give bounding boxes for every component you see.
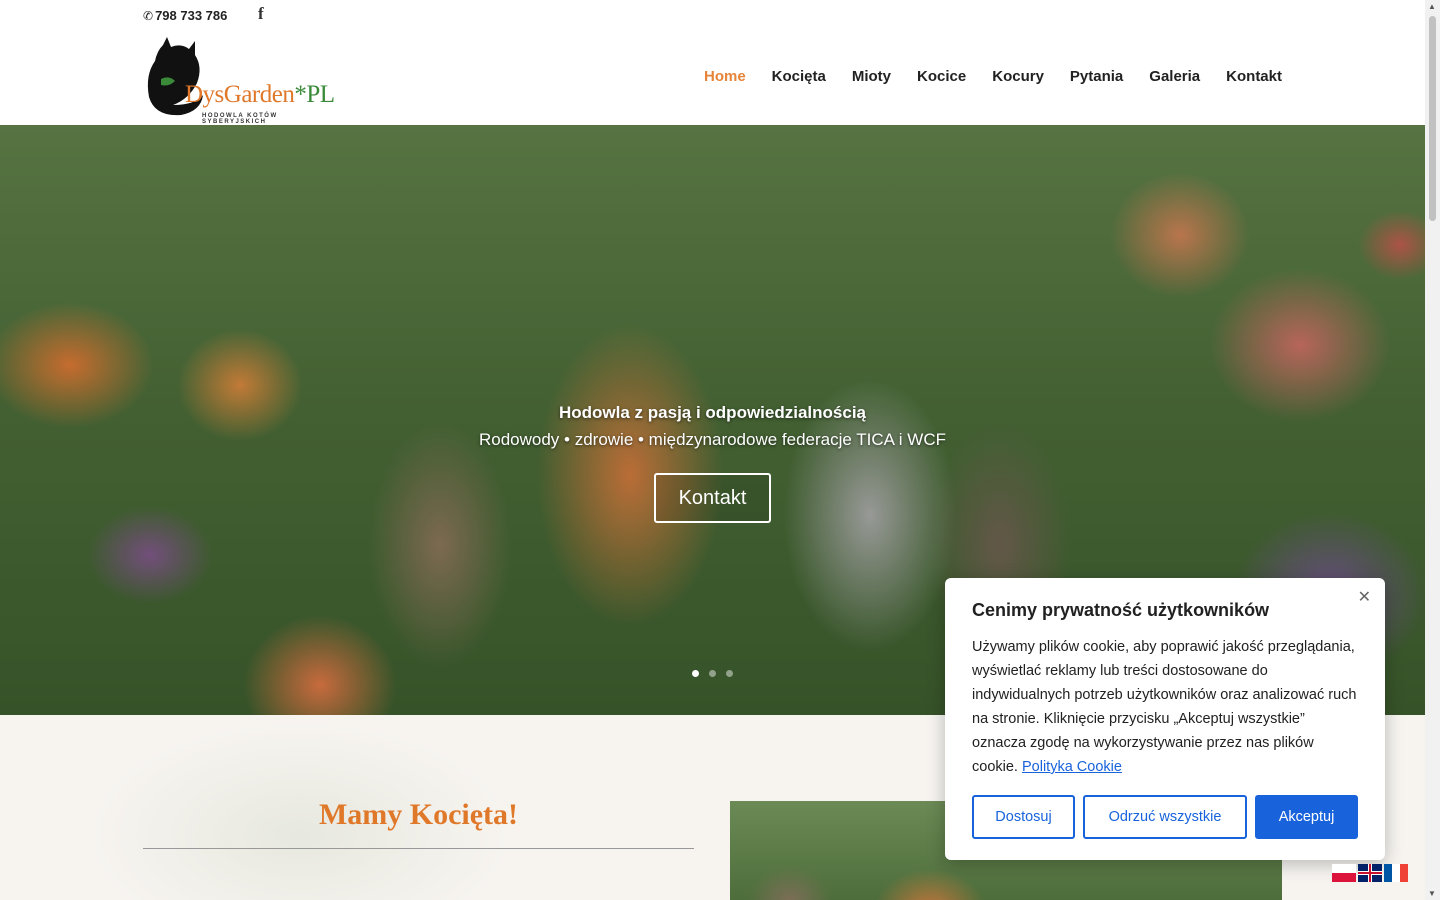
page-scrollbar[interactable]: ▲ ▼	[1425, 0, 1440, 900]
nav-kocieta[interactable]: Kocięta	[772, 68, 826, 85]
nav-kocury[interactable]: Kocury	[992, 68, 1044, 85]
close-icon[interactable]: ✕	[1358, 587, 1371, 607]
logo-subtitle: HODOWLA KOTÓW SYBERYJSKICH	[202, 113, 278, 125]
flag-pl-icon[interactable]	[1332, 864, 1356, 882]
cookie-title: Cenimy prywatność użytkowników	[972, 600, 1270, 620]
logo-brand: DysGarden*PL	[185, 81, 335, 108]
flag-fr-icon[interactable]	[1384, 864, 1408, 882]
main-nav: Home Kocięta Mioty Kocice Kocury Pytania…	[704, 68, 1282, 85]
nav-kontakt[interactable]: Kontakt	[1226, 68, 1282, 85]
hero-title: Hodowla z pasją i odpowiedzialnością	[559, 403, 866, 422]
section-divider	[143, 848, 694, 849]
section-title: Mamy Kocięta!	[318, 798, 519, 831]
reject-all-button[interactable]: Odrzuć wszystkie	[1083, 795, 1247, 839]
cookie-consent-dialog: ✕ Cenimy prywatność użytkowników Używamy…	[945, 578, 1385, 860]
cookie-text: Używamy plików cookie, aby poprawić jako…	[972, 639, 1357, 775]
nav-home[interactable]: Home	[704, 68, 746, 85]
phone-label: 798 733 786	[155, 8, 228, 23]
top-bar: ✆ 798 733 786 f	[0, 0, 1425, 30]
scrollbar-thumb[interactable]	[1429, 16, 1436, 221]
language-switcher	[1332, 864, 1408, 882]
facebook-icon[interactable]: f	[258, 4, 264, 24]
cookie-policy-link[interactable]: Polityka Cookie	[1022, 759, 1122, 775]
slider-dots	[692, 670, 733, 677]
site-logo[interactable]: DysGarden*PL HODOWLA KOTÓW SYBERYJSKICH	[145, 35, 335, 125]
phone-number[interactable]: ✆ 798 733 786	[143, 8, 227, 23]
flag-en-icon[interactable]	[1358, 864, 1382, 882]
slider-dot-3[interactable]	[726, 670, 733, 677]
scroll-up-icon[interactable]: ▲	[1428, 2, 1436, 11]
accept-button[interactable]: Akceptuj	[1255, 795, 1358, 839]
slider-dot-2[interactable]	[709, 670, 716, 677]
nav-pytania[interactable]: Pytania	[1070, 68, 1123, 85]
site-header: DysGarden*PL HODOWLA KOTÓW SYBERYJSKICH …	[0, 30, 1425, 125]
hero-subtitle: Rodowody • zdrowie • międzynarodowe fede…	[478, 430, 946, 449]
cookie-buttons: Dostosuj Odrzuć wszystkie Akceptuj	[972, 795, 1358, 839]
hero-contact-button[interactable]: Kontakt	[654, 473, 771, 523]
nav-kocice[interactable]: Kocice	[917, 68, 966, 85]
nav-mioty[interactable]: Mioty	[852, 68, 891, 85]
slider-dot-1[interactable]	[692, 670, 699, 677]
scroll-down-icon[interactable]: ▼	[1428, 889, 1436, 898]
customize-button[interactable]: Dostosuj	[972, 795, 1075, 839]
phone-icon: ✆	[143, 8, 154, 23]
nav-galeria[interactable]: Galeria	[1149, 68, 1200, 85]
